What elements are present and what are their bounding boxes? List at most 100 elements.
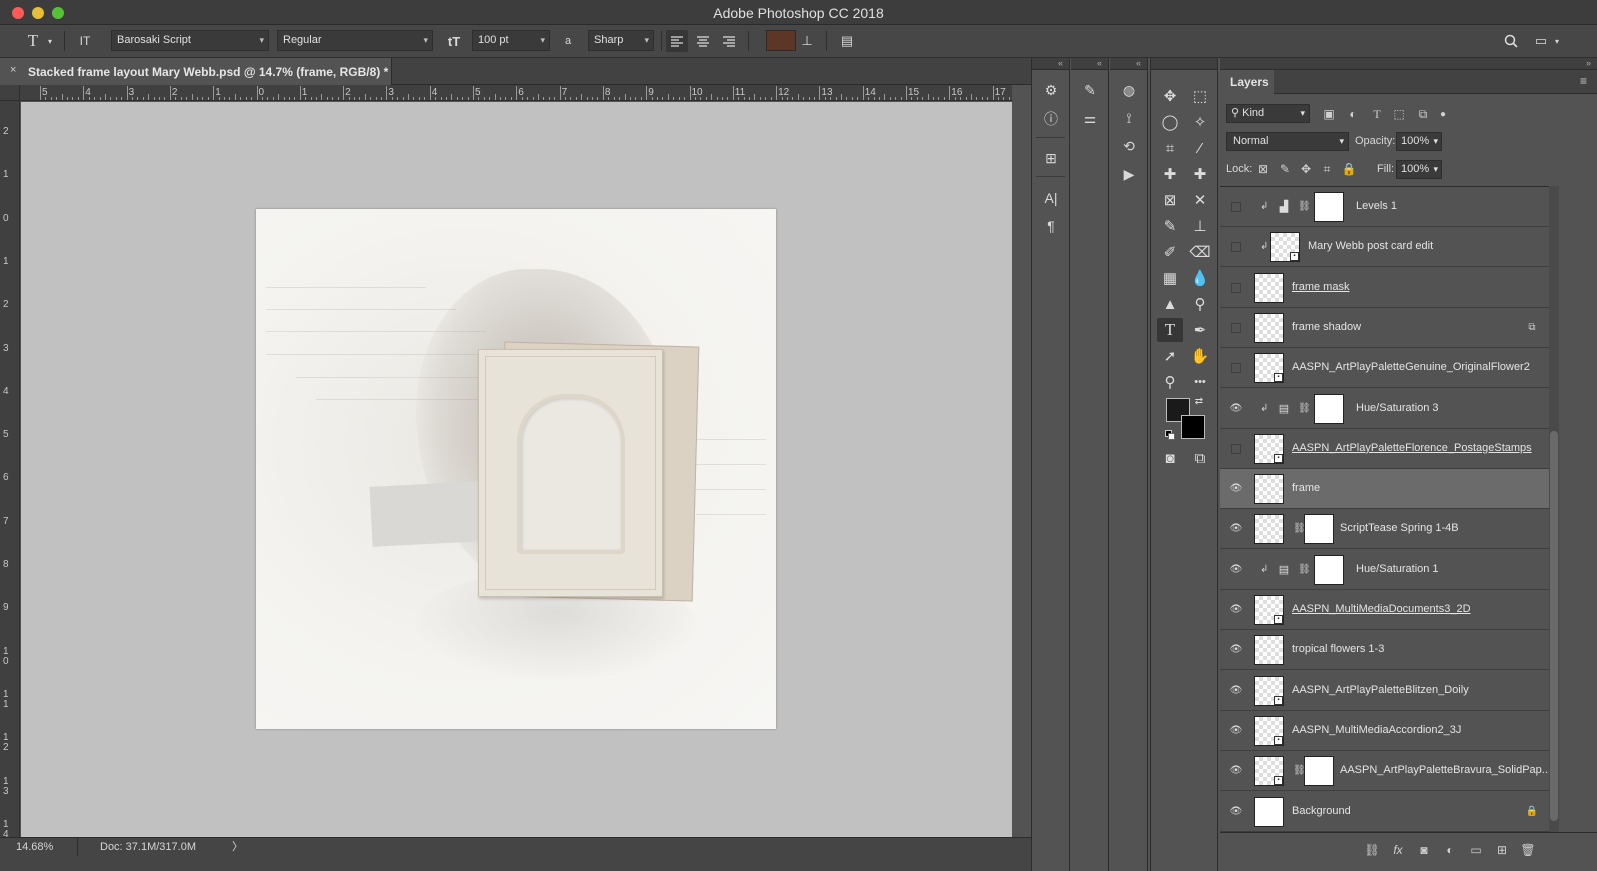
collapse-dock-1-button[interactable]: « [1032,58,1069,70]
vertical-ruler[interactable]: 2 1 0 1 2 3 4 5 6 7 8 9 10 11 12 13 14 [0,101,20,837]
filter-smart-object-icon[interactable]: ⧉ [1414,105,1432,123]
mask-link-icon[interactable]: ⛓ [1293,521,1306,537]
warp-text-icon[interactable]: ⊥ [796,30,818,52]
visibility-eye-icon[interactable]: 👁 [1229,563,1243,577]
layer-thumbnail[interactable] [1254,474,1284,505]
paragraph-panel-icon[interactable]: ¶ [1039,214,1063,238]
layer-name[interactable]: AASPN_MultiMediaDocuments3_2D [1292,603,1471,615]
default-colors-icon[interactable] [1165,430,1175,440]
mask-link-icon[interactable]: ⛓ [1298,401,1311,417]
collapse-dock-3-button[interactable]: « [1110,58,1147,70]
patch-tool-icon[interactable]: ✚ [1187,162,1213,186]
visibility-toggle[interactable] [1231,363,1241,374]
layer-row[interactable]: ▪ AASPN_ArtPlayPaletteFlorence_PostageSta… [1220,428,1549,469]
character-panel-toggle-icon[interactable]: ▤ [836,30,858,52]
text-tool-preset-icon[interactable]: T [22,30,44,52]
layer-name[interactable]: Levels 1 [1356,200,1397,212]
visibility-toggle[interactable] [1231,242,1241,253]
new-layer-icon[interactable]: ⊞ [1492,840,1512,860]
visibility-eye-icon[interactable]: 👁 [1229,724,1243,738]
close-tab-icon[interactable]: × [10,64,16,76]
layer-name[interactable]: Background [1292,805,1351,817]
pen-tool-icon[interactable]: ✒ [1187,318,1213,342]
hue-saturation-icon[interactable]: ▤ [1276,562,1292,578]
antialias-select[interactable]: Sharp ▾ [588,30,654,51]
layer-row[interactable]: 👁 ⛓ ScriptTease Spring 1-4B [1220,509,1549,550]
layer-row[interactable]: 👁 ▪ AASPN_MultiMediaDocuments3_2D [1220,590,1549,630]
visibility-toggle[interactable] [1231,443,1241,454]
visibility-eye-icon[interactable]: 👁 [1229,402,1243,416]
frame-tool-icon[interactable]: ⊠ [1157,188,1183,212]
align-left-button[interactable] [666,30,688,52]
zoom-level-field[interactable]: 14.68% [0,838,78,856]
layer-name[interactable]: AASPN_ArtPlayPaletteBravura_SolidPap... [1340,764,1551,776]
layer-name[interactable]: AASPN_ArtPlayPaletteGenuine_OriginalFlow… [1292,361,1530,373]
layer-row[interactable]: 👁 ▪ AASPN_ArtPlayPaletteBlitzen_Doily [1220,670,1549,711]
document-canvas[interactable] [256,209,776,729]
layer-row[interactable]: ↲ ▪ Mary Webb post card edit [1220,227,1549,268]
visibility-eye-icon[interactable]: 👁 [1229,805,1243,819]
layer-thumbnail[interactable] [1254,514,1284,545]
layer-thumbnail[interactable]: ▪ [1254,353,1284,384]
layer-name[interactable]: ScriptTease Spring 1-4B [1340,522,1459,534]
text-color-swatch[interactable] [766,30,796,51]
sharpen-tool-icon[interactable]: ▲ [1157,292,1183,316]
visibility-eye-icon[interactable]: 👁 [1229,643,1243,657]
brush-settings-icon[interactable]: ⚌ [1078,106,1102,130]
visibility-toggle[interactable] [1231,202,1241,212]
new-group-icon[interactable]: ▭ [1466,840,1486,860]
horizontal-ruler[interactable]: 5 4 3 2 1 0 1 2 3 4 5 6 7 8 9 10 11 12 13 14 15 16 17 [20,85,1012,101]
layer-name[interactable]: AASPN_ArtPlayPaletteFlorence_PostageStam… [1292,442,1532,454]
layer-name[interactable]: Hue/Saturation 1 [1356,563,1439,575]
swap-colors-icon[interactable]: ⇄ [1191,394,1207,408]
history-brush-tool-icon[interactable]: ✐ [1157,240,1183,264]
layer-name[interactable]: frame mask [1292,281,1349,293]
layer-thumbnail[interactable] [1254,796,1284,827]
text-orientation-icon[interactable]: IT [74,30,96,52]
mask-link-icon[interactable]: ⛓ [1298,199,1311,215]
layers-tab[interactable]: Layers [1220,70,1274,94]
canvas-area[interactable] [21,102,1012,837]
layer-style-fx-icon[interactable]: fx [1388,840,1408,860]
lock-transparent-pixels-icon[interactable]: ⊠ [1254,160,1272,178]
brush-tool-icon[interactable]: ✎ [1157,214,1183,238]
layer-mask-thumbnail[interactable] [1314,554,1344,585]
hand-tool-icon[interactable]: ✋ [1187,344,1213,368]
layer-row[interactable]: ↲ ▟ ⛓ Levels 1 [1220,187,1549,227]
align-right-button[interactable] [718,30,740,52]
lock-image-pixels-icon[interactable]: ✎ [1276,160,1294,178]
marquee-tool-icon[interactable]: ⬚ [1187,84,1213,108]
layer-row[interactable]: 👁 frame [1220,469,1549,510]
delete-layer-icon[interactable]: 🗑 [1518,840,1538,860]
type-tool-icon[interactable]: T [1157,318,1183,342]
layer-mask-thumbnail[interactable] [1314,393,1344,424]
font-size-select[interactable]: 100 pt ▾ [472,30,550,51]
layer-row[interactable]: 👁 ↲ ▤ ⛓ Hue/Saturation 1 [1220,549,1549,590]
layer-row[interactable]: 👁 tropical flowers 1-3 [1220,630,1549,671]
levels-icon[interactable]: ▟ [1276,199,1292,215]
screen-mode-icon[interactable]: ⧉ [1187,446,1213,470]
character-panel-icon[interactable]: A| [1039,186,1063,210]
layer-name[interactable]: Hue/Saturation 3 [1356,402,1439,414]
filter-pixel-icon[interactable]: ▣ [1320,105,1338,123]
blend-mode-select[interactable]: Normal ▾ [1226,132,1349,151]
info-icon[interactable]: ⓘ [1039,107,1063,131]
layer-thumbnail[interactable]: ▪ [1254,675,1284,706]
layer-row[interactable]: 👁 ▪ AASPN_MultiMediaAccordion2_3J [1220,710,1549,751]
visibility-eye-icon[interactable]: 👁 [1229,603,1243,617]
blur-tool-icon[interactable]: 💧 [1187,266,1213,290]
layer-thumbnail[interactable]: ▪ [1254,715,1284,746]
healing-brush-tool-icon[interactable]: ✚ [1157,162,1183,186]
opacity-field[interactable]: 100% ▾ [1396,132,1442,151]
layer-mask-thumbnail[interactable] [1304,514,1334,545]
layers-scrollbar-thumb[interactable] [1550,431,1558,821]
tools-panel-grip[interactable] [1151,58,1217,70]
quick-mask-icon[interactable]: ◙ [1157,446,1183,470]
layer-comps-icon[interactable]: ⊞ [1039,146,1063,170]
align-center-button[interactable] [692,30,714,52]
layer-row[interactable]: 👁 ▪ ⛓ AASPN_ArtPlayPaletteBravura_SolidPap.… [1220,751,1551,792]
lock-position-icon[interactable]: ✥ [1297,160,1315,178]
add-mask-icon[interactable]: ◙ [1414,840,1434,860]
layer-thumbnail[interactable]: ▪ [1254,595,1284,625]
lock-all-icon[interactable]: 🔒 [1340,160,1358,178]
